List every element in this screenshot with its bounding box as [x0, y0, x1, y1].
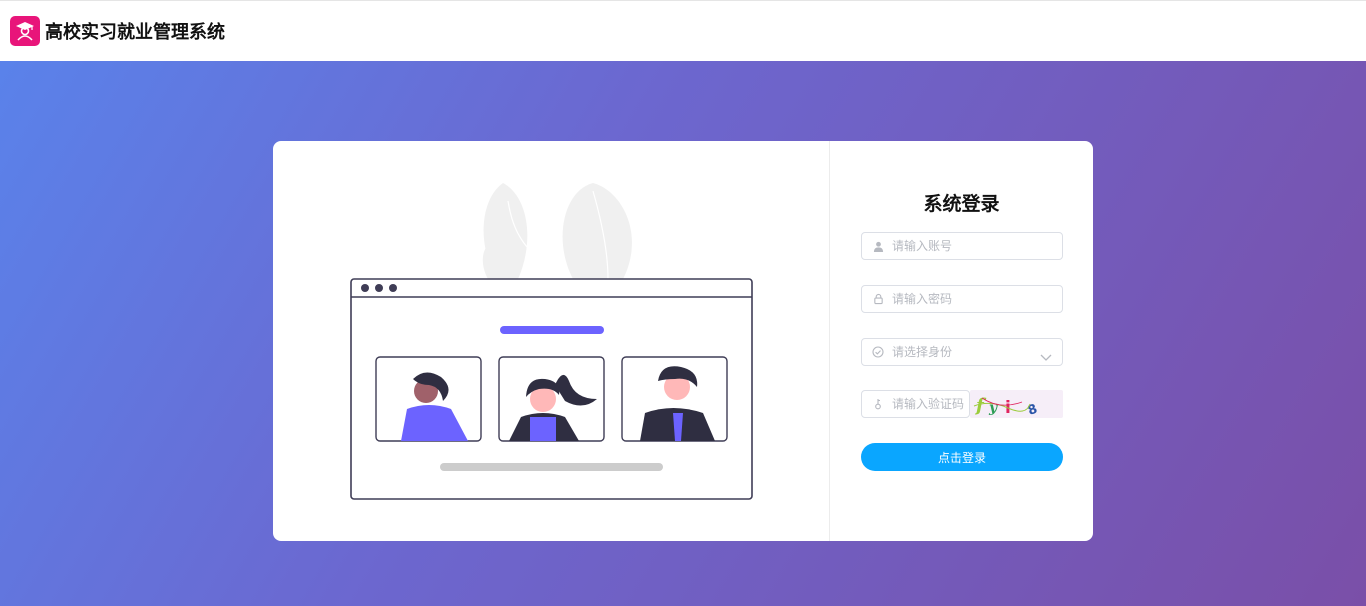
top-bar: 高校实习就业管理系统: [0, 0, 1366, 61]
app-title: 高校实习就业管理系统: [45, 22, 225, 43]
check-circle-icon: [872, 346, 884, 358]
lock-icon: [872, 293, 884, 305]
login-card: 系统登录 请输入账号 请选择身份 请输入验证码 f y i 8 点击登录: [273, 141, 1093, 541]
login-illustration: [273, 141, 830, 541]
login-button[interactable]: 点击登录: [861, 443, 1063, 471]
chevron-down-icon[interactable]: [1040, 347, 1052, 366]
user-icon: [872, 240, 884, 252]
svg-text:8: 8: [1026, 402, 1040, 418]
key-icon: [872, 398, 884, 410]
login-form: 系统登录 请输入账号 请选择身份 请输入验证码 f y i 8 点击登录: [830, 141, 1093, 541]
account-input[interactable]: [892, 239, 1062, 253]
role-select[interactable]: [861, 338, 1063, 366]
login-title: 系统登录: [923, 193, 1000, 215]
password-input[interactable]: [892, 292, 1062, 306]
leaf-decoration: [482, 183, 632, 279]
captcha-input[interactable]: [892, 397, 969, 411]
role-input[interactable]: [892, 345, 1062, 359]
captcha-image[interactable]: f y i 8: [970, 390, 1063, 419]
account-field[interactable]: [861, 232, 1063, 260]
password-field[interactable]: [861, 285, 1063, 313]
graduate-icon: [10, 16, 40, 46]
captcha-field[interactable]: [861, 390, 970, 418]
